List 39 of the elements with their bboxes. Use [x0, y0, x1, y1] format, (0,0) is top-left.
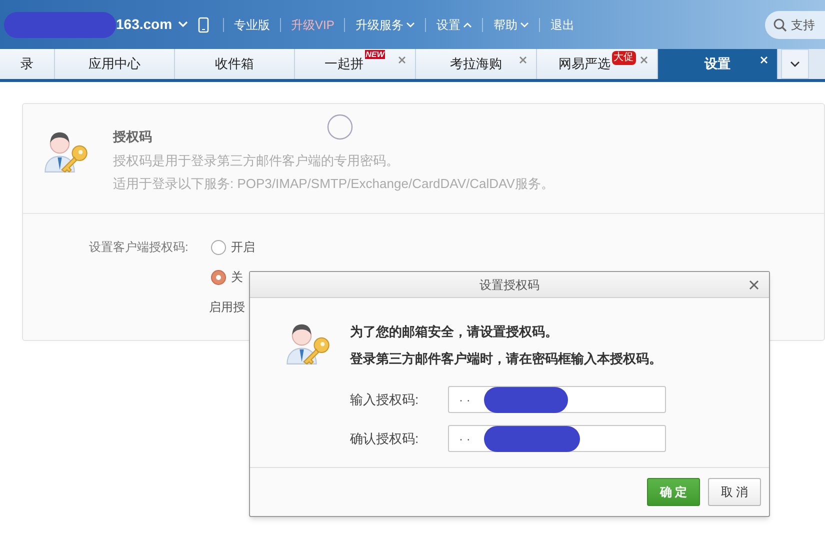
- cancel-button[interactable]: 取 消: [708, 478, 761, 506]
- radio-label: 开启: [231, 239, 255, 256]
- field-label: 确认授权码:: [350, 430, 420, 448]
- section-title: 授权码: [113, 128, 153, 146]
- dialog-message: 为了您的邮箱安全，请设置授权码。: [350, 323, 559, 341]
- close-icon[interactable]: [640, 56, 648, 64]
- setting-label: 设置客户端授权码:: [89, 239, 190, 256]
- field-label: 输入授权码:: [350, 390, 420, 409]
- search-icon: [773, 18, 787, 32]
- tab[interactable]: 设置: [658, 49, 778, 79]
- radio-button[interactable]: [211, 270, 226, 284]
- close-icon[interactable]: [749, 280, 759, 290]
- phone-icon[interactable]: [198, 16, 210, 32]
- tab[interactable]: 网易严选 大促: [537, 49, 658, 79]
- tab-label: 网易严选: [558, 55, 610, 74]
- tab[interactable]: 录: [0, 49, 55, 79]
- caret-icon: [790, 61, 800, 67]
- tab-label: 一起拼: [324, 55, 364, 74]
- description-text: 适用于登录以下服务: POP3/IMAP/SMTP/Exchange/CardDAV/CalDAV服务。: [113, 175, 554, 193]
- radio-label: 关: [231, 269, 243, 286]
- description-text: 授权码是用于登录第三方邮件客户端的专用密码。: [113, 152, 400, 170]
- close-icon[interactable]: [519, 56, 527, 64]
- hint-text: 启用授: [209, 299, 246, 316]
- tab[interactable]: 收件箱: [175, 49, 295, 79]
- search-field[interactable]: 支持: [765, 10, 825, 38]
- menu-item[interactable]: 升级服务: [355, 16, 416, 34]
- badge: NEW: [364, 50, 386, 60]
- caret-icon[interactable]: [178, 21, 188, 28]
- tab[interactable]: 应用中心: [55, 49, 175, 79]
- dialog-message: 登录第三方邮件客户端时，请在密码框输入本授权码。: [350, 350, 663, 368]
- loading-circle-icon: [327, 114, 353, 140]
- menu-item[interactable]: 专业版: [234, 16, 270, 34]
- radio-button[interactable]: [211, 240, 226, 254]
- account-name: 163.com: [116, 15, 172, 34]
- dialog-title: 设置授权码: [480, 276, 540, 294]
- tab[interactable]: 考拉海购: [416, 49, 537, 79]
- tab-list-button[interactable]: [781, 49, 809, 79]
- badge: 大促: [612, 51, 636, 66]
- close-icon[interactable]: [398, 56, 406, 64]
